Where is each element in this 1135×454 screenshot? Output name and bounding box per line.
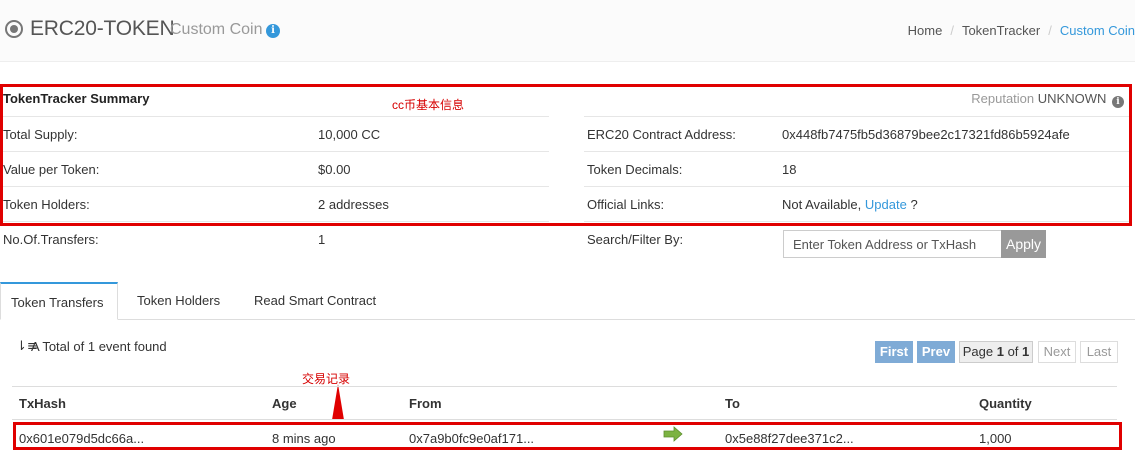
- page-of: of: [1007, 344, 1019, 359]
- row-value: 1: [318, 232, 326, 247]
- summary-row-value-per-token: Value per Token: $0.00: [0, 151, 549, 186]
- tx-hash-link[interactable]: 0x601e079d5dc66a...: [19, 431, 144, 446]
- reputation-info-icon[interactable]: i: [1112, 96, 1124, 108]
- reputation: Reputation UNKNOWN i: [971, 91, 1124, 108]
- official-links-value: Not Available,: [782, 197, 862, 212]
- first-page-button[interactable]: First: [875, 341, 913, 363]
- page-current: 1: [996, 344, 1004, 359]
- reputation-value: UNKNOWN: [1037, 91, 1107, 106]
- row-value: 10,000 CC: [318, 127, 381, 142]
- ethereum-logo-icon: [5, 20, 23, 38]
- to-address-link[interactable]: 0x5e88f27dee371c2...: [725, 431, 854, 446]
- total-events: A Total of 1 event found: [31, 339, 167, 354]
- summary-row-official-links: Official Links: Not Available, Update ?: [584, 186, 1130, 221]
- tab-bar: Token Transfers Token Holders Read Smart…: [0, 282, 1135, 320]
- summary-row-token-holders: Token Holders: 2 addresses: [0, 186, 549, 221]
- row-label: Value per Token:: [3, 162, 100, 177]
- breadcrumb: Home / TokenTracker / Custom Coin: [907, 23, 1135, 38]
- reputation-label: Reputation: [971, 91, 1035, 106]
- tab-token-transfers[interactable]: Token Transfers: [0, 282, 118, 320]
- tab-read-smart-contract[interactable]: Read Smart Contract: [244, 282, 386, 320]
- page-subtitle: Custom Coin: [170, 21, 263, 38]
- row-value: $0.00: [318, 162, 351, 177]
- summary-heading: TokenTracker Summary: [3, 91, 150, 106]
- row-label: ERC20 Contract Address:: [587, 127, 736, 142]
- from-address-link[interactable]: 0x7a9b0fc9e0af171...: [409, 431, 534, 446]
- row-value: 18: [782, 162, 797, 177]
- tab-token-holders[interactable]: Token Holders: [127, 282, 230, 320]
- row-label: No.Of.Transfers:: [3, 232, 99, 247]
- transfer-arrow-icon: [663, 426, 683, 442]
- page-indicator: Page 1 of 1: [959, 341, 1033, 363]
- apply-button[interactable]: Apply: [1001, 230, 1046, 258]
- page-title: ERC20-TOKEN: [30, 17, 175, 40]
- column-txhash: TxHash: [19, 396, 66, 411]
- next-page-button[interactable]: Next: [1038, 341, 1076, 363]
- row-label: Token Decimals:: [587, 162, 683, 177]
- tx-age: 8 mins ago: [272, 431, 336, 446]
- summary-annotation: cc币基本信息: [392, 98, 465, 112]
- summary-row-transfers: No.Of.Transfers: 1: [0, 221, 549, 256]
- update-link[interactable]: Update: [865, 197, 907, 212]
- row-value: 2 addresses: [318, 197, 389, 212]
- row-label: Total Supply:: [3, 127, 78, 142]
- breadcrumb-custom-coin: Custom Coin: [1059, 23, 1135, 38]
- column-quantity: Quantity: [979, 396, 1032, 411]
- info-icon[interactable]: i: [266, 24, 280, 38]
- summary-row-total-supply: Total Supply: 10,000 CC: [0, 116, 549, 151]
- row-label: Search/Filter By:: [587, 232, 684, 247]
- search-input[interactable]: [783, 230, 1002, 258]
- contract-address-link[interactable]: 0x448fb7475fb5d36879bee2c17321fd86b5924a…: [782, 127, 1070, 142]
- update-help[interactable]: ?: [910, 197, 917, 212]
- row-label: Official Links:: [587, 197, 665, 212]
- tx-quantity: 1,000: [979, 431, 1012, 446]
- breadcrumb-home[interactable]: Home: [908, 23, 943, 38]
- column-age: Age: [272, 396, 297, 411]
- column-to: To: [725, 396, 740, 411]
- summary-row-decimals: Token Decimals: 18: [584, 151, 1130, 186]
- summary-row-contract-address: ERC20 Contract Address: 0x448fb7475fb5d3…: [584, 116, 1130, 151]
- transfers-table-header: TxHash Age From To Quantity: [12, 386, 1117, 420]
- page-header: ERC20-TOKEN Custom Coin i Home / TokenTrac…: [0, 0, 1135, 62]
- last-page-button[interactable]: Last: [1080, 341, 1118, 363]
- prev-page-button[interactable]: Prev: [917, 341, 955, 363]
- page-prefix: Page: [962, 344, 994, 359]
- column-from: From: [409, 396, 442, 411]
- page-total: 1: [1022, 344, 1030, 359]
- row-label: Token Holders:: [3, 197, 90, 212]
- breadcrumb-tokentracker[interactable]: TokenTracker: [962, 23, 1040, 38]
- row-value: Not Available, Update ?: [782, 197, 918, 212]
